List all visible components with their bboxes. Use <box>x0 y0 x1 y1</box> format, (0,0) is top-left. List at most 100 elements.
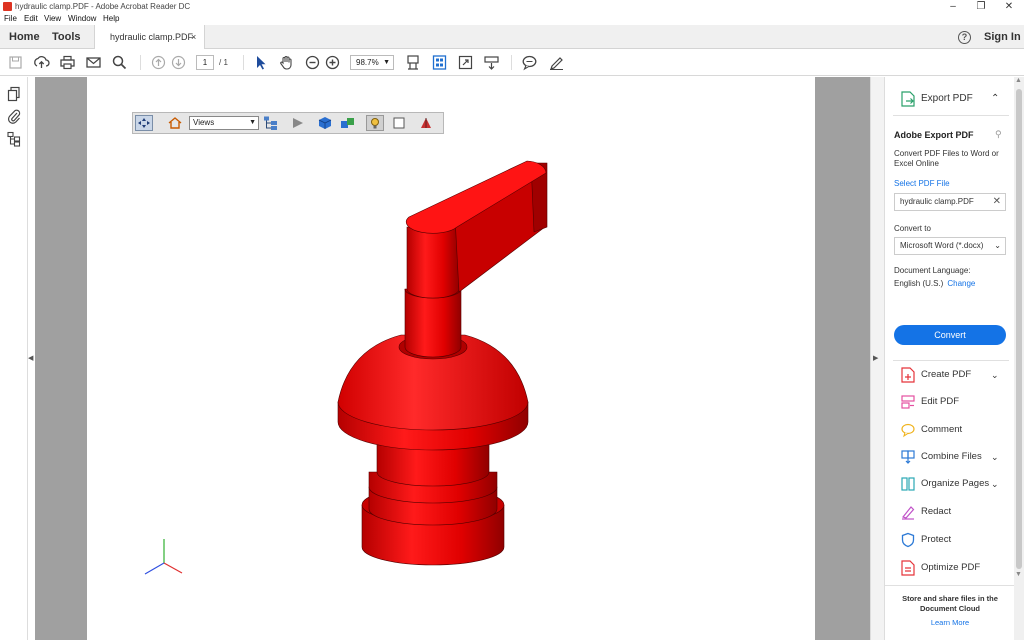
title-bar: hydraulic clamp.PDF - Adobe Acrobat Read… <box>0 0 1024 13</box>
menu-window[interactable]: Window <box>68 13 96 25</box>
menu-edit[interactable]: Edit <box>24 13 38 25</box>
print-icon[interactable] <box>59 54 76 71</box>
selected-file-name: hydraulic clamp.PDF <box>900 197 974 206</box>
acrobat-app-icon <box>3 2 12 11</box>
tool-protect[interactable]: Protect <box>885 528 1015 552</box>
page-scroll-icon[interactable] <box>431 54 448 71</box>
comment-icon <box>901 422 915 438</box>
upload-icon[interactable] <box>33 54 50 71</box>
scrollbar-thumb[interactable] <box>1016 89 1022 569</box>
chevron-down-icon[interactable]: ⌄ <box>991 445 999 469</box>
menu-bar: File Edit View Window Help <box>0 13 1024 25</box>
pdf-page[interactable]: Views ▼ <box>87 77 815 640</box>
render-mode-icon[interactable] <box>339 115 357 131</box>
learn-more-link[interactable]: Learn More <box>890 618 1010 627</box>
tool-edit-pdf[interactable]: Edit PDF <box>885 390 1015 414</box>
clear-file-icon[interactable]: ✕ <box>993 194 1001 210</box>
scroll-down-icon[interactable]: ▼ <box>1015 571 1022 578</box>
views-dropdown[interactable]: Views ▼ <box>189 116 259 130</box>
convert-format-select[interactable]: Microsoft Word (*.docx) ⌄ <box>894 237 1006 255</box>
tool-label: Combine Files <box>921 451 982 462</box>
zoom-in-icon[interactable] <box>324 54 341 71</box>
attachments-icon[interactable] <box>6 108 22 124</box>
tool-organize-pages[interactable]: Organize Pages ⌄ <box>885 472 1015 496</box>
export-pdf-header[interactable]: Export PDF ⌃ <box>885 87 1015 111</box>
background-color-icon[interactable] <box>391 115 409 131</box>
next-page-icon[interactable] <box>170 54 187 71</box>
fit-page-icon[interactable] <box>405 54 422 71</box>
views-dropdown-value: Views <box>193 118 215 127</box>
fullscreen-icon[interactable] <box>457 54 474 71</box>
tool-label: Create PDF <box>921 369 972 380</box>
change-language-link[interactable]: Change <box>947 279 975 288</box>
chevron-down-icon[interactable]: ⌄ <box>991 363 999 387</box>
zoom-level-select[interactable]: 98.7% ▼ <box>350 55 394 70</box>
model-tree-icon[interactable] <box>262 115 280 131</box>
zoom-out-icon[interactable] <box>304 54 321 71</box>
tool-create-pdf[interactable]: Create PDF ⌄ <box>885 363 1015 387</box>
page-count: / 1 <box>219 58 228 67</box>
comment-icon[interactable] <box>521 54 538 71</box>
document-tab-label: hydraulic clamp.PDF <box>110 32 194 42</box>
cross-section-icon[interactable] <box>417 115 435 131</box>
pin-icon[interactable]: ⚲ <box>995 129 1002 140</box>
tool-optimize-pdf[interactable]: Optimize PDF <box>885 556 1015 580</box>
close-tab-icon[interactable]: × <box>191 25 196 49</box>
tools-pane-scrollbar[interactable]: ▲ ▼ <box>1014 77 1024 640</box>
document-viewport[interactable]: Views ▼ <box>35 77 870 640</box>
rotate-icon[interactable] <box>135 115 153 131</box>
close-window-button[interactable]: ✕ <box>994 0 1024 13</box>
tool-label: Comment <box>921 424 963 435</box>
chevron-down-icon: ▼ <box>383 59 390 66</box>
select-arrow-icon[interactable] <box>252 54 269 71</box>
tool-combine-files[interactable]: Combine Files ⌄ <box>885 445 1015 469</box>
page-thumbnails-icon[interactable] <box>6 86 22 102</box>
chevron-up-icon[interactable]: ⌃ <box>991 87 999 111</box>
edit-pdf-icon <box>901 394 915 410</box>
search-icon[interactable] <box>111 54 128 71</box>
lighting-icon[interactable] <box>366 115 384 131</box>
email-icon[interactable] <box>85 54 102 71</box>
document-cloud-promo: Store and share files in the Document Cl… <box>902 594 998 613</box>
divider <box>893 115 1009 116</box>
convert-to-label: Convert to <box>894 224 931 233</box>
tab-home[interactable]: Home <box>9 25 40 49</box>
zoom-level-value: 98.7% <box>356 58 379 67</box>
model-tree-icon[interactable] <box>6 131 22 147</box>
tool-redact[interactable]: Redact <box>885 500 1015 524</box>
hand-icon[interactable] <box>278 54 295 71</box>
minimize-button[interactable]: – <box>938 0 968 13</box>
select-pdf-file-link[interactable]: Select PDF File <box>894 179 950 188</box>
projection-icon[interactable] <box>316 115 334 131</box>
collapse-left-pane-icon[interactable]: ◀ <box>28 354 35 364</box>
sign-in-button[interactable]: Sign In <box>984 25 1021 49</box>
selected-file-field[interactable]: hydraulic clamp.PDF ✕ <box>894 193 1006 211</box>
read-mode-icon[interactable] <box>483 54 500 71</box>
prev-page-icon[interactable] <box>150 54 167 71</box>
save-icon[interactable] <box>7 54 24 71</box>
protect-icon <box>901 532 915 548</box>
tab-tools[interactable]: Tools <box>52 25 81 49</box>
3d-model-canvas[interactable] <box>87 77 815 640</box>
left-navigation-pane <box>0 77 28 640</box>
divider <box>893 360 1009 361</box>
menu-file[interactable]: File <box>4 13 17 25</box>
home-view-icon[interactable] <box>166 115 184 131</box>
clamp-base <box>361 441 505 566</box>
page-number-input[interactable]: 1 <box>196 55 214 70</box>
sign-icon[interactable] <box>548 54 565 71</box>
expand-right-pane-icon[interactable]: ▶ <box>873 354 878 362</box>
menu-help[interactable]: Help <box>103 13 119 25</box>
tab-document[interactable]: hydraulic clamp.PDF × <box>94 25 205 50</box>
menu-view[interactable]: View <box>44 13 61 25</box>
help-icon[interactable]: ? <box>958 31 971 44</box>
divider <box>885 585 1015 586</box>
restore-button[interactable]: ❐ <box>966 0 996 13</box>
scroll-up-icon[interactable]: ▲ <box>1015 77 1022 84</box>
chevron-down-icon: ▼ <box>249 119 256 126</box>
convert-format-value: Microsoft Word (*.docx) <box>900 241 984 250</box>
convert-button[interactable]: Convert <box>894 325 1006 345</box>
chevron-down-icon[interactable]: ⌄ <box>991 472 999 496</box>
play-icon[interactable] <box>289 115 307 131</box>
tool-comment[interactable]: Comment <box>885 418 1015 442</box>
